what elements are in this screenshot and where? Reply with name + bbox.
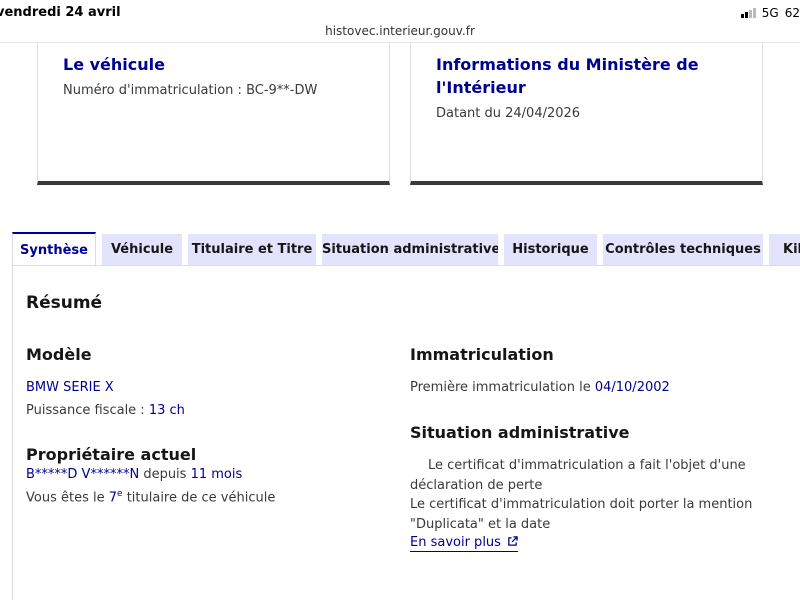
owner-name: B*****D V******N bbox=[26, 467, 140, 482]
vehicle-card-title: Le véhicule bbox=[63, 55, 165, 74]
owner-heading: Propriétaire actuel bbox=[26, 445, 197, 464]
synthese-panel bbox=[12, 265, 800, 600]
learn-more-label: En savoir plus bbox=[410, 535, 501, 550]
admin-status-loss-notice: Le certificat d'immatriculation a fait l… bbox=[410, 458, 746, 493]
model-name: BMW SERIE X bbox=[26, 380, 114, 395]
tab-historique[interactable]: Historique bbox=[504, 234, 597, 266]
vehicle-plate: Numéro d'immatriculation : BC-9**-DW bbox=[63, 83, 318, 98]
admin-status-heading: Situation administrative bbox=[410, 423, 630, 442]
status-indicators: 5G 62 bbox=[740, 6, 800, 20]
tab-controles-techniques[interactable]: Contrôles techniques bbox=[603, 234, 763, 266]
status-bar: vendredi 24 avril 5G 62 bbox=[0, 0, 800, 26]
owner-line: B*****D V******N depuis 11 mois bbox=[26, 465, 242, 485]
model-heading: Modèle bbox=[26, 345, 92, 364]
external-link-icon bbox=[508, 536, 518, 546]
owner-rank-prefix: Vous êtes le bbox=[26, 490, 109, 506]
tab-titulaire-titre[interactable]: Titulaire et Titre bbox=[188, 234, 316, 266]
owner-rank-number: 7 bbox=[108, 490, 118, 506]
fiscal-power: Puissance fiscale : 13 ch bbox=[26, 401, 185, 421]
summary-heading: Résumé bbox=[26, 293, 103, 313]
network-label: 5G bbox=[761, 6, 779, 20]
vehicle-card: Le véhicule Numéro d'immatriculation : B… bbox=[37, 43, 390, 185]
tab-vehicule[interactable]: Véhicule bbox=[102, 234, 182, 266]
signal-icon bbox=[740, 8, 756, 18]
first-registration: Première immatriculation le 04/10/2002 bbox=[410, 378, 670, 398]
ministry-info-card: Informations du Ministère de l'Intérieur… bbox=[410, 43, 763, 185]
owner-rank: Vous êtes le 7e titulaire de ce véhicule bbox=[26, 485, 275, 508]
learn-more-link[interactable]: En savoir plus bbox=[410, 535, 518, 552]
tab-kilometrage[interactable]: Kilométrage bbox=[769, 234, 800, 266]
status-date: vendredi 24 avril bbox=[0, 5, 121, 20]
fiscal-power-value: 13 ch bbox=[148, 403, 185, 418]
registration-heading: Immatriculation bbox=[410, 345, 554, 364]
admin-status-duplicata-notice: Le certificat d'immatriculation doit por… bbox=[410, 497, 753, 532]
address-bar[interactable]: histovec.interieur.gouv.fr bbox=[0, 24, 800, 38]
first-registration-label: Première immatriculation le bbox=[410, 380, 595, 395]
tab-situation-administrative[interactable]: Situation administrative bbox=[322, 234, 498, 266]
owner-since-label: depuis bbox=[139, 467, 191, 482]
tab-synthese[interactable]: Synthèse bbox=[12, 232, 96, 266]
ministry-info-date: Datant du 24/04/2026 bbox=[436, 106, 581, 121]
ministry-card-title: Informations du Ministère de l'Intérieur bbox=[436, 55, 699, 97]
owner-since-value: 11 mois bbox=[190, 467, 243, 482]
fiscal-power-label: Puissance fiscale : bbox=[26, 403, 149, 418]
battery-label: 62 bbox=[784, 6, 800, 20]
tab-bar: Synthèse Véhicule Titulaire et Titre Sit… bbox=[0, 232, 800, 266]
owner-rank-tail: titulaire de ce véhicule bbox=[122, 490, 276, 506]
first-registration-date: 04/10/2002 bbox=[594, 380, 670, 395]
